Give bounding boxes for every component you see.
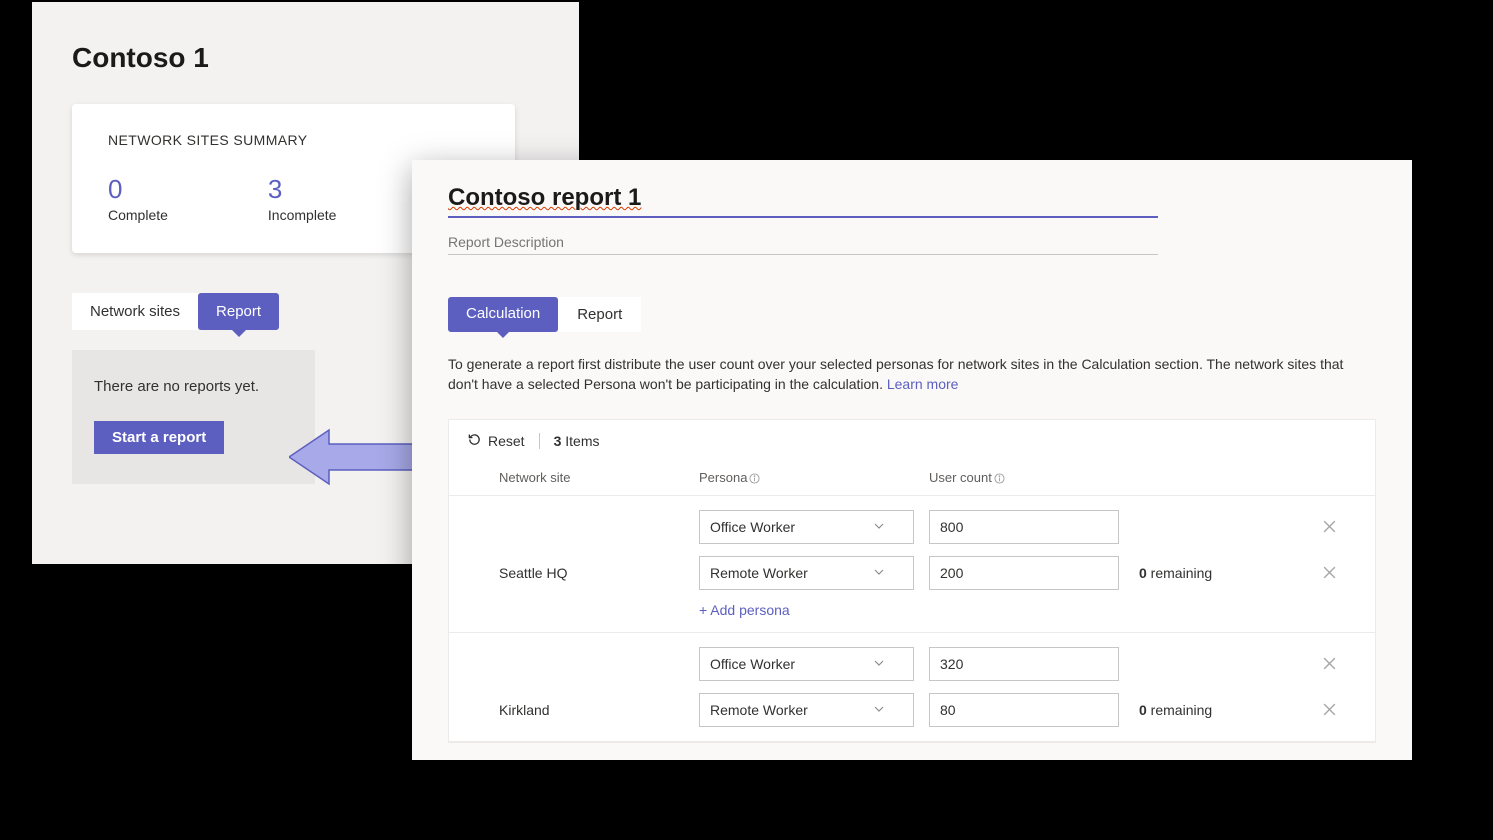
- metric-complete-label: Complete: [108, 207, 168, 223]
- tab-calculation[interactable]: Calculation: [448, 297, 558, 332]
- metric-complete: 0 Complete: [108, 174, 168, 223]
- col-header-user-count: User count: [929, 470, 1139, 485]
- site-name: Seattle HQ: [499, 565, 699, 581]
- persona-select[interactable]: Remote Worker: [699, 693, 914, 727]
- learn-more-link[interactable]: Learn more: [887, 376, 959, 392]
- start-report-button[interactable]: Start a report: [94, 421, 224, 454]
- report-name-input[interactable]: [448, 182, 1158, 218]
- chevron-down-icon: [873, 702, 885, 718]
- report-description-input[interactable]: [448, 232, 1158, 255]
- report-editor-panel: Calculation Report To generate a report …: [412, 160, 1412, 760]
- info-icon[interactable]: [992, 470, 1005, 485]
- items-count-label: Items: [565, 433, 599, 449]
- reset-button[interactable]: Reset: [467, 432, 525, 450]
- col-header-site: Network site: [499, 470, 699, 485]
- calculation-helptext: To generate a report first distribute th…: [448, 354, 1376, 395]
- items-count-value: 3: [554, 433, 562, 449]
- remaining-text: 0 remaining: [1139, 702, 1309, 718]
- persona-select[interactable]: Office Worker: [699, 647, 914, 681]
- callout-arrow-icon: [289, 424, 419, 490]
- persona-value: Office Worker: [710, 519, 795, 535]
- delete-row-button[interactable]: [1309, 702, 1349, 717]
- site-block: Office Worker Seattle HQ Remote Worker 0 re…: [449, 496, 1375, 633]
- delete-row-button[interactable]: [1309, 519, 1349, 534]
- persona-select[interactable]: Remote Worker: [699, 556, 914, 590]
- toolbar-separator: [539, 433, 540, 449]
- reports-empty-box: There are no reports yet. Start a report: [72, 350, 315, 484]
- user-count-input[interactable]: [929, 510, 1119, 544]
- metric-incomplete: 3 Incomplete: [268, 174, 336, 223]
- persona-select[interactable]: Office Worker: [699, 510, 914, 544]
- remaining-text: 0 remaining: [1139, 565, 1309, 581]
- persona-row: Kirkland Remote Worker 0 remaining: [499, 693, 1355, 727]
- tab-report-view[interactable]: Report: [558, 297, 641, 332]
- col-header-persona: Persona: [699, 470, 929, 485]
- report-tabs: Calculation Report: [448, 297, 1376, 332]
- tab-report[interactable]: Report: [198, 293, 279, 330]
- chevron-down-icon: [873, 519, 885, 535]
- calculation-grid: Reset 3 Items Network site Persona User …: [448, 419, 1376, 743]
- delete-row-button[interactable]: [1309, 656, 1349, 671]
- no-reports-text: There are no reports yet.: [94, 378, 293, 395]
- user-count-input[interactable]: [929, 647, 1119, 681]
- page-title: Contoso 1: [72, 42, 539, 74]
- persona-row: Office Worker: [499, 510, 1355, 544]
- add-persona-link[interactable]: + Add persona: [499, 602, 1355, 618]
- metric-incomplete-value: 3: [268, 174, 336, 205]
- chevron-down-icon: [873, 565, 885, 581]
- grid-header: Network site Persona User count: [449, 462, 1375, 496]
- grid-toolbar: Reset 3 Items: [449, 420, 1375, 462]
- site-name: Kirkland: [499, 702, 699, 718]
- grid-body: Office Worker Seattle HQ Remote Worker 0 re…: [449, 496, 1375, 742]
- tab-network-sites[interactable]: Network sites: [72, 293, 198, 330]
- persona-row: Seattle HQ Remote Worker 0 remaining: [499, 556, 1355, 590]
- metric-complete-value: 0: [108, 174, 168, 205]
- metric-incomplete-label: Incomplete: [268, 207, 336, 223]
- chevron-down-icon: [873, 656, 885, 672]
- summary-card-title: NETWORK SITES SUMMARY: [108, 132, 479, 148]
- persona-row: Office Worker: [499, 647, 1355, 681]
- site-block: Office Worker Kirkland Remote Worker 0 rema…: [449, 633, 1375, 742]
- info-icon[interactable]: [747, 470, 760, 485]
- persona-value: Office Worker: [710, 656, 795, 672]
- reset-label: Reset: [488, 433, 525, 449]
- persona-value: Remote Worker: [710, 565, 808, 581]
- user-count-input[interactable]: [929, 693, 1119, 727]
- user-count-input[interactable]: [929, 556, 1119, 590]
- items-count: 3 Items: [554, 433, 600, 449]
- delete-row-button[interactable]: [1309, 565, 1349, 580]
- reset-icon: [467, 432, 482, 450]
- persona-value: Remote Worker: [710, 702, 808, 718]
